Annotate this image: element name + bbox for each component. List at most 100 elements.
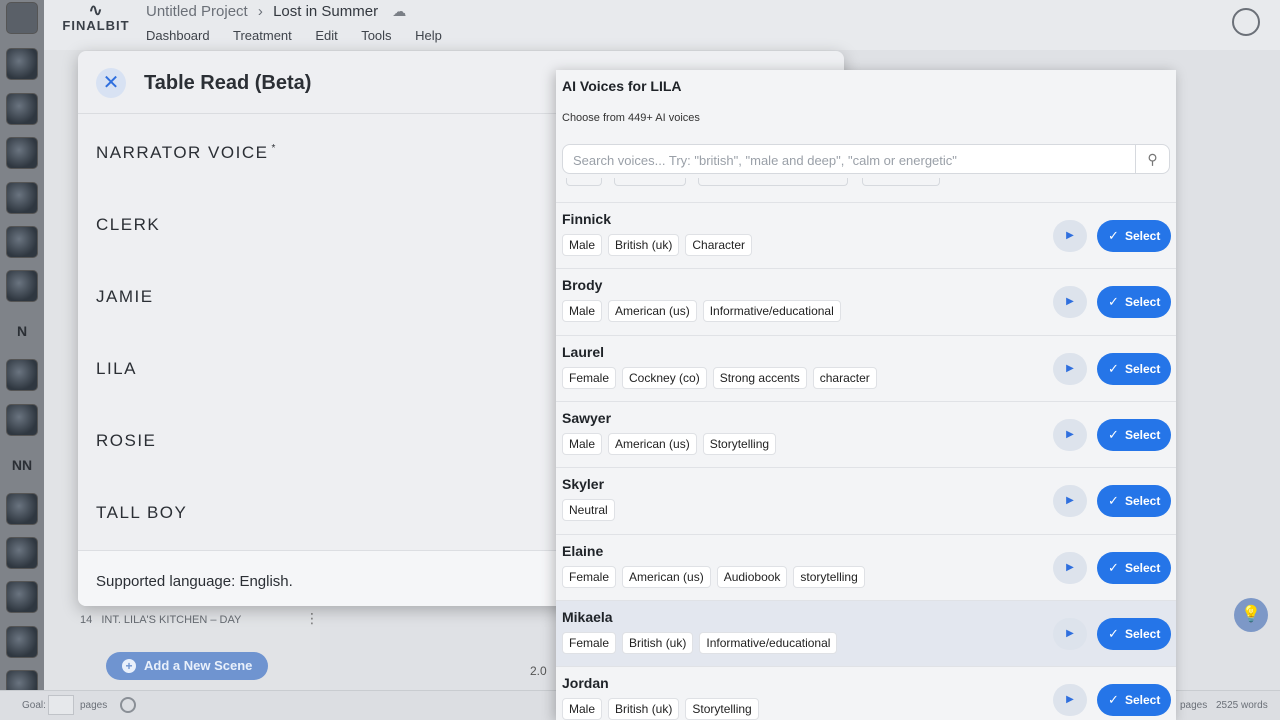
scene-thumbnail[interactable] [6,493,38,525]
select-voice-button[interactable]: ✓ Select [1097,551,1171,584]
scene-thumbnail[interactable] [6,182,38,214]
breadcrumb-script[interactable]: Lost in Summer [273,3,378,20]
play-icon[interactable]: ▶ [1053,418,1087,451]
scene-thumbnail-letter[interactable]: N [0,323,44,339]
scene-thumbnail[interactable] [6,270,38,302]
scene-thumbnail[interactable] [6,2,38,34]
ai-voices-panel: AI Voices for LILA Choose from 449+ AI v… [556,70,1176,720]
play-icon[interactable]: ▶ [1053,485,1087,518]
close-icon[interactable]: ✕ [96,68,126,98]
play-icon[interactable]: ▶ [1053,220,1087,252]
voice-row[interactable]: Brody Male American (us) Informative/educat… [556,268,1176,335]
select-voice-button[interactable]: ✓ Select [1097,286,1171,319]
chevron-right-icon: › [257,3,263,20]
language-note: Supported language: English. [96,573,293,590]
select-voice-button[interactable]: ✓ Select [1097,485,1171,518]
select-voice-button[interactable]: ✓ Select [1097,684,1171,717]
menu-help[interactable]: Help [415,28,442,43]
character-name: LILA [96,359,137,378]
scene-thumbnail[interactable] [6,93,38,125]
voice-row[interactable]: Elaine Female American (us) Audiobook storyt… [556,533,1176,600]
voices-panel-subtitle: Choose from 449+ AI voices [562,112,700,124]
filter-chip[interactable] [698,178,848,186]
scene-thumbnail[interactable] [6,537,38,569]
voice-row[interactable]: Skyler Neutral ▶ ✓ Select [556,467,1176,534]
scene-thumbnail[interactable] [6,48,38,80]
voice-search-input[interactable] [573,150,1133,170]
scene-thumbnail[interactable] [6,226,38,258]
voice-tag: British (uk) [622,631,694,654]
voice-name: Sawyer [562,409,612,426]
voice-tags: Female British (uk) Informative/educationa… [562,631,843,654]
voice-tag: Character [685,234,753,256]
voice-row[interactable]: Sawyer Male American (us) Storytelling ▶ ✓ Sel… [556,400,1176,467]
check-icon: ✓ [1108,625,1119,641]
check-icon: ✓ [1108,360,1119,376]
menu-treatment[interactable]: Treatment [233,28,292,43]
add-scene-label: Add a New Scene [144,658,253,673]
goal-input[interactable] [48,695,74,715]
scene-thumbnail[interactable] [6,626,38,658]
menu-edit[interactable]: Edit [315,28,337,43]
select-label: Select [1125,693,1161,708]
check-icon: ✓ [1108,692,1119,708]
character-row[interactable]: JAMIE [96,287,154,307]
character-name: ROSIE [96,431,157,450]
scene-thumbnail[interactable] [6,581,38,613]
voice-tag: Storytelling [702,432,777,455]
voice-tag: Male [562,300,603,323]
voice-search: ⚲ [562,144,1170,174]
logo-text: FINALBIT [62,18,130,33]
play-icon[interactable]: ▶ [1053,551,1087,584]
select-voice-button[interactable]: ✓ Select [1097,220,1171,252]
voice-row[interactable]: Jordan Male British (uk) Storytelling ▶ ✓ Sele… [556,666,1176,720]
scene-thumbnail[interactable] [6,359,38,391]
character-row[interactable]: CLERK [96,215,160,235]
character-row[interactable]: ROSIE [96,431,156,451]
voice-tags: Neutral [562,499,621,522]
voice-row[interactable]: Finnick Male British (uk) Character ▶ ✓ Select [556,202,1176,268]
scene-thumbnail-letter[interactable]: NN [0,457,44,473]
scene-number: 14 [80,614,93,626]
select-voice-button[interactable]: ✓ Select [1097,352,1171,385]
voice-row[interactable]: Mikaela Female British (uk) Informative/edu… [556,599,1176,666]
filter-chip[interactable] [566,178,602,186]
voice-name: Jordan [562,675,609,692]
select-voice-button[interactable]: ✓ Select [1097,617,1171,650]
play-icon[interactable]: ▶ [1053,684,1087,717]
voice-tag: American (us) [608,432,697,455]
character-row[interactable]: LILA [96,359,137,379]
filter-chip[interactable] [862,178,940,186]
character-name: TALL BOY [96,503,188,522]
voices-panel-title: AI Voices for LILA [562,78,682,94]
menu-dashboard[interactable]: Dashboard [146,28,210,43]
cloud-icon[interactable]: ☁ [392,3,406,19]
check-icon: ✓ [1108,493,1119,509]
app-logo[interactable]: ∿ FINALBIT [60,1,132,33]
play-icon[interactable]: ▶ [1053,617,1087,650]
add-scene-button[interactable]: + Add a New Scene [106,652,268,680]
voice-name: Finnick [562,211,612,227]
voice-tag: British (uk) [608,234,680,256]
user-menu-icon[interactable] [1232,8,1260,36]
play-icon[interactable]: ▶ [1053,352,1087,385]
scene-thumbnail[interactable] [6,137,38,169]
lightbulb-icon[interactable]: 💡 [1234,598,1268,632]
scene-list-item[interactable]: 14 INT. LILA'S KITCHEN – DAY [80,614,241,626]
select-label: Select [1125,560,1161,575]
select-voice-button[interactable]: ✓ Select [1097,418,1171,451]
menu-tools[interactable]: Tools [361,28,391,43]
filter-chip[interactable] [614,178,686,186]
check-icon: ✓ [1108,294,1119,310]
voice-tags: Male British (uk) Character [562,234,758,256]
character-row[interactable]: NARRATOR VOICE * [96,143,277,163]
breadcrumb-project[interactable]: Untitled Project [146,3,248,20]
voice-row[interactable]: Laurel Female Cockney (co) Strong accents ch… [556,334,1176,401]
search-icon[interactable]: ⚲ [1135,145,1169,173]
character-row[interactable]: TALL BOY [96,503,187,523]
voice-tag: character [812,366,877,389]
kebab-menu-icon[interactable]: ⋮ [305,610,319,627]
voice-tags: Female Cockney (co) Strong accents characte… [562,366,883,389]
play-icon[interactable]: ▶ [1053,286,1087,319]
scene-thumbnail[interactable] [6,404,38,436]
